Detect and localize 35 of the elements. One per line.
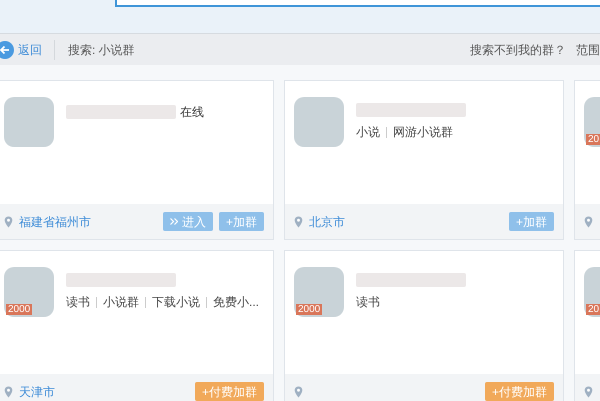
level-badge: 20: [586, 134, 600, 145]
location-text: 福建省福州市: [19, 214, 91, 230]
location-pin-icon: [294, 386, 303, 398]
location-pin-icon: [584, 386, 593, 398]
location-pin-icon: [4, 386, 13, 398]
location-text: 天津市: [19, 384, 55, 400]
level-badge: 2000: [296, 304, 322, 315]
location-text: 北京市: [309, 214, 345, 230]
level-badge: 20: [586, 304, 600, 315]
join-group-button[interactable]: +加群: [508, 212, 554, 231]
join-group-button[interactable]: +加群: [218, 212, 264, 231]
scope-link[interactable]: 范围: [576, 40, 600, 58]
paid-join-button[interactable]: +付费加群: [484, 382, 554, 401]
location-pin-icon: [294, 216, 303, 228]
group-tag: 读书: [356, 293, 380, 311]
location-pin-icon: [584, 216, 593, 228]
group-tag: 下载小说: [152, 293, 200, 311]
group-name: 在线: [180, 104, 204, 121]
avatar-placeholder: [294, 97, 344, 147]
help-link[interactable]: 搜索不到我的群？: [470, 40, 566, 58]
group-tag: 读书: [66, 293, 90, 311]
group-tag: 小说: [356, 123, 380, 141]
double-chevron-icon: [170, 218, 178, 225]
group-tag: 免费小...: [213, 293, 260, 311]
avatar-placeholder: [4, 97, 54, 147]
group-tag: 网游小说群: [393, 123, 453, 141]
paid-join-button[interactable]: +付费加群: [194, 382, 264, 401]
back-arrow-icon: [0, 40, 14, 58]
enter-button[interactable]: 进入: [162, 212, 213, 231]
level-badge: 2000: [6, 304, 32, 315]
back-button[interactable]: 返回: [0, 40, 54, 58]
search-field[interactable]: [115, 0, 600, 7]
group-tag: 小说群: [103, 293, 139, 311]
location-pin-icon: [4, 216, 13, 228]
search-query: 搜索: 小说群: [68, 42, 135, 58]
